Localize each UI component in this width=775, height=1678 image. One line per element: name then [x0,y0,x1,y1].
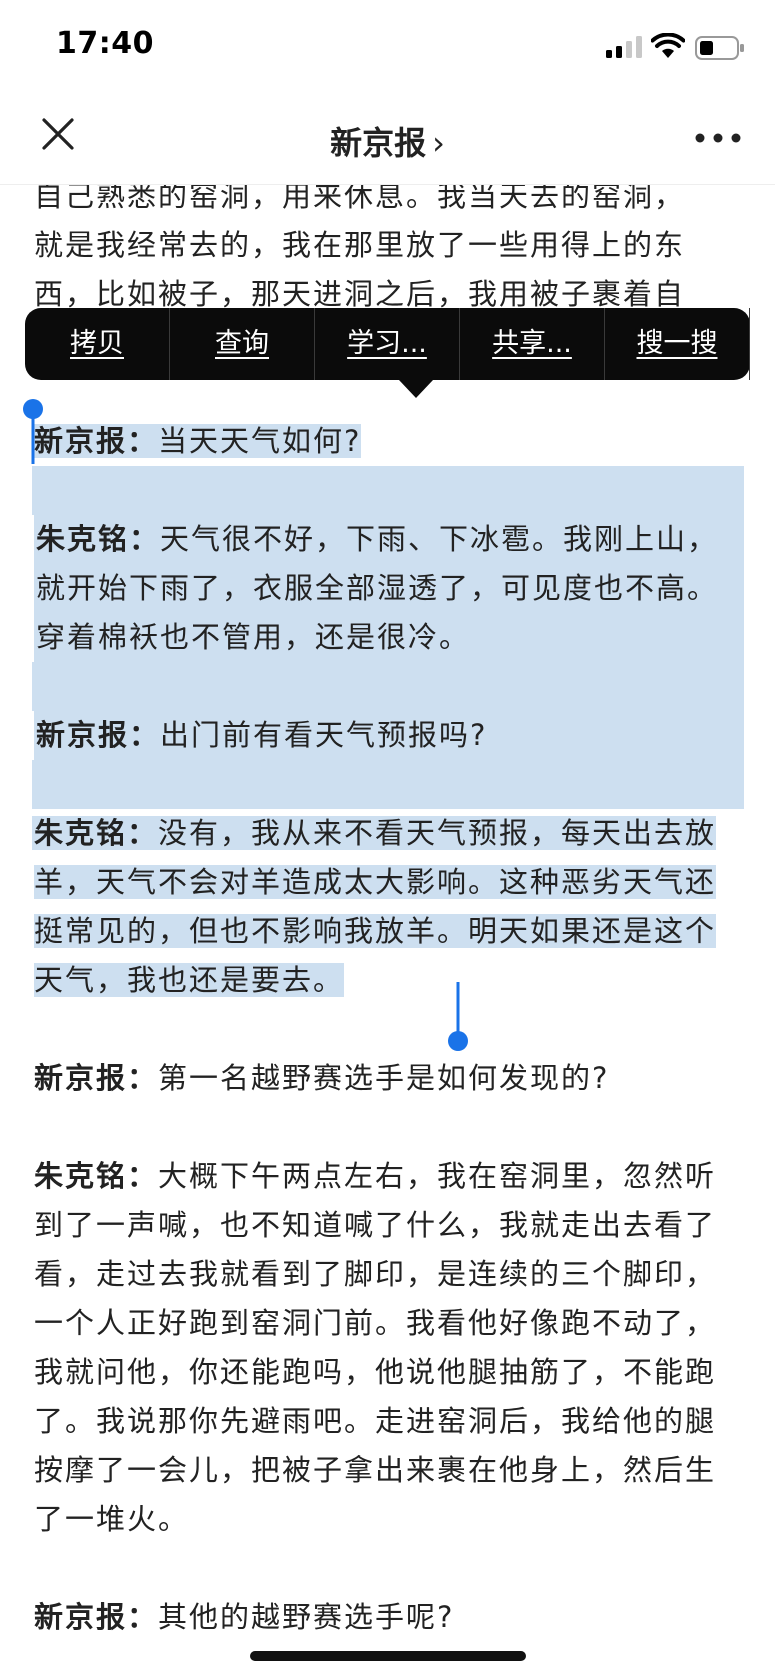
speaker-label: 朱克铭： [36,522,161,556]
navigation-bar: 新京报 › [0,96,775,185]
selection-gap [32,662,744,711]
speaker-label: 新京报： [36,718,161,752]
article-paragraph: 朱克铭：没有，我从来不看天气预报，每天出去放羊，天气不会对羊造成太大影响。这种恶… [32,809,744,1005]
article-paragraph: 新京报：第一名越野赛选手是如何发现的? [34,1054,744,1103]
page-title[interactable]: 新京报 › [0,118,775,164]
article-body: 自己熟悉的窑洞，用来休息。我当天去的窑洞， 就是我经常去的，我在那里放了一些用得… [32,172,744,1642]
article-line: 就是我经常去的，我在那里放了一些用得上的东 [34,228,686,262]
chevron-right-icon: › [432,124,445,162]
menu-item-share[interactable]: 共享... [460,308,605,380]
menu-item-search[interactable]: 搜一搜 [605,308,750,380]
paragraph-text: 第一名越野赛选手是如何发现的? [158,1061,610,1095]
article-paragraph: 新京报：出门前有看天气预报吗? [34,711,744,760]
article-paragraph: 朱克铭：大概下午两点左右，我在窑洞里，忽然听到了一声喊，也不知道喊了什么，我就走… [34,1152,744,1544]
paragraph-text: 当天天气如何? [158,424,362,458]
paragraph-text: 其他的越野赛选手呢? [158,1600,455,1634]
article-paragraph: 朱克铭：天气很不好，下雨、下冰雹。我刚上山，就开始下雨了，衣服全部湿透了，可见度… [34,515,744,662]
battery-icon [695,36,744,60]
paragraph-text: 出门前有看天气预报吗? [160,718,488,752]
selection-end-handle[interactable] [447,982,469,1052]
menu-item-lookup[interactable]: 查询 [170,308,315,380]
speaker-label: 新京报： [34,424,159,458]
speaker-label: 新京报： [34,1061,159,1095]
speaker-label: 新京报： [34,1600,159,1634]
selection-gap [32,466,744,515]
article-paragraph: 新京报：其他的越野赛选手呢? [34,1593,744,1642]
selection-start-handle[interactable] [22,398,44,464]
more-options-icon[interactable] [694,132,742,144]
paragraph-text: 大概下午两点左右，我在窑洞里，忽然听到了一声喊，也不知道喊了什么，我就走出去看了… [34,1159,717,1536]
page-title-text: 新京报 [330,124,427,162]
text-selection-menu: 拷贝 查询 学习... 共享... 搜一搜 [25,308,750,398]
menu-item-copy[interactable]: 拷贝 [25,308,170,380]
cellular-signal-icon [606,36,642,58]
status-time: 17:40 [56,26,154,61]
article-paragraph: 新京报：当天天气如何? [32,417,744,466]
status-bar: 17:40 [0,0,775,96]
menu-pointer-arrow [399,380,433,398]
speaker-label: 朱克铭： [34,816,159,850]
home-indicator[interactable] [250,1651,526,1661]
speaker-label: 朱克铭： [34,1159,159,1193]
menu-item-learn[interactable]: 学习... [315,308,460,380]
selection-gap [32,760,744,809]
wifi-icon [651,33,685,58]
